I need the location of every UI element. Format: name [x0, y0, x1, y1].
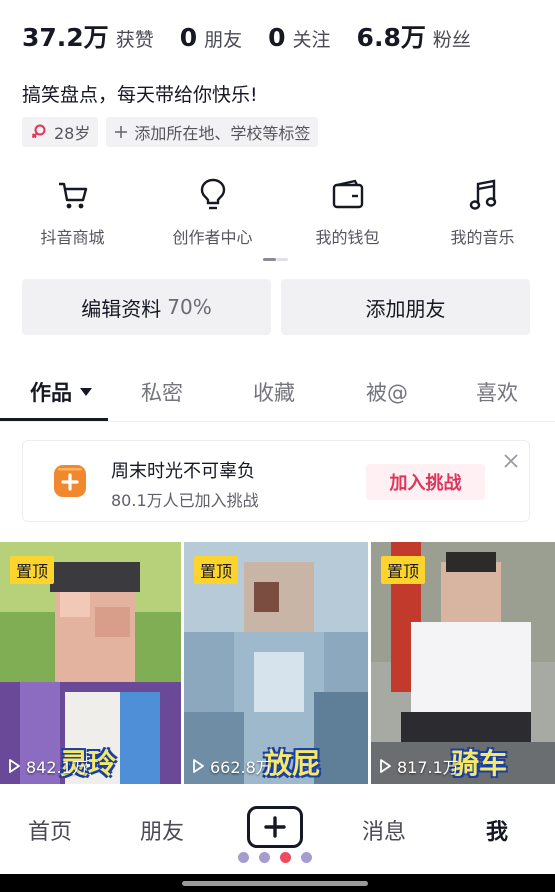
add-friend-button[interactable]: 添加朋友	[281, 279, 530, 335]
close-icon[interactable]	[501, 451, 521, 471]
nav-messages[interactable]: 消息	[362, 814, 406, 846]
view-count-value: 662.8万	[210, 758, 272, 777]
service-mall[interactable]: 抖音商城	[0, 175, 145, 248]
tab-likes[interactable]: 喜欢	[476, 362, 518, 422]
caret-down-icon	[80, 388, 92, 396]
stat-friends-value: 0	[179, 23, 198, 52]
challenge-title: 周末时光不可辜负	[111, 461, 255, 482]
indicator-dots	[238, 852, 322, 863]
wallet-icon	[331, 175, 365, 215]
video-grid: 置顶 灵玲 842.1万 置顶 放屁 662.8万 置顶 骑车 817.1万	[0, 542, 555, 784]
plus-small-icon	[114, 125, 128, 139]
bottom-navigation: 首页 朋友 消息 我	[0, 784, 555, 874]
view-count-value: 842.1万	[26, 758, 88, 777]
video-thumbnail[interactable]: 置顶 骑车 817.1万	[371, 542, 555, 784]
edit-profile-button[interactable]: 编辑资料 70%	[22, 279, 271, 335]
active-tab-indicator	[0, 418, 108, 421]
pinned-badge: 置顶	[10, 556, 55, 584]
tab-works-label: 作品	[30, 381, 72, 405]
stat-friends-label: 朋友	[204, 29, 243, 51]
video-caption: 放屁	[264, 747, 321, 780]
video-thumbnail[interactable]: 置顶 放屁 662.8万	[184, 542, 368, 784]
stat-likes[interactable]: 37.2万 获赞	[22, 18, 154, 54]
tab-works[interactable]: 作品	[30, 362, 92, 422]
challenge-subtitle: 80.1万人已加入挑战	[111, 491, 259, 510]
video-caption: 骑车	[451, 747, 508, 780]
stat-followers[interactable]: 6.8万 粉丝	[357, 18, 471, 54]
pinned-badge: 置顶	[194, 556, 239, 584]
service-music-label: 我的音乐	[450, 228, 515, 247]
add-tags-label: 添加所在地、学校等标签	[134, 124, 311, 143]
age-tag[interactable]: 28岁	[22, 117, 99, 147]
tab-mentions[interactable]: 被@	[366, 362, 408, 422]
view-count: 842.1万	[6, 754, 88, 778]
stat-followers-value: 6.8万	[356, 23, 426, 52]
services-page-indicator	[263, 258, 288, 261]
profile-stats: 37.2万 获赞 0 朋友 0 关注 6.8万 粉丝	[22, 18, 497, 54]
profile-bio[interactable]: 搞笑盘点，每天带给你快乐!	[22, 80, 258, 107]
home-indicator[interactable]	[182, 881, 368, 886]
age-tag-label: 28岁	[54, 124, 91, 143]
plus-icon	[264, 816, 286, 838]
view-count-value: 817.1万	[397, 758, 459, 777]
music-note-icon	[468, 175, 498, 215]
service-music[interactable]: 我的音乐	[415, 175, 550, 248]
challenge-card[interactable]: 周末时光不可辜负 80.1万人已加入挑战 加入挑战	[22, 440, 530, 522]
lightbulb-icon	[198, 175, 228, 215]
service-wallet[interactable]: 我的钱包	[280, 175, 415, 248]
tab-favorites[interactable]: 收藏	[253, 362, 295, 422]
content-tabs: 作品 私密 收藏 被@ 喜欢	[0, 362, 555, 422]
service-shortcuts: 抖音商城 创作者中心 我的钱包 我的音乐	[0, 175, 555, 248]
nav-home[interactable]: 首页	[28, 814, 72, 846]
service-wallet-label: 我的钱包	[315, 228, 380, 247]
play-icon	[6, 758, 22, 774]
stat-following-value: 0	[268, 23, 286, 52]
profile-actions: 编辑资料 70% 添加朋友	[22, 279, 530, 335]
stat-likes-value: 37.2万	[22, 23, 109, 52]
profile-completion-percent: 70%	[167, 295, 212, 319]
pinned-badge: 置顶	[381, 556, 426, 584]
edit-profile-label: 编辑资料	[81, 296, 162, 321]
add-tags-button[interactable]: 添加所在地、学校等标签	[106, 117, 319, 147]
service-creator-center[interactable]: 创作者中心	[145, 175, 280, 248]
view-count: 662.8万	[190, 754, 272, 778]
play-icon	[377, 758, 393, 774]
stat-likes-label: 获赞	[115, 29, 154, 51]
video-thumbnail[interactable]: 置顶 灵玲 842.1万	[0, 542, 181, 784]
service-creator-center-label: 创作者中心	[172, 228, 253, 247]
female-icon	[30, 123, 48, 141]
stat-friends[interactable]: 0 朋友	[180, 23, 242, 52]
view-count: 817.1万	[377, 754, 459, 778]
profile-tags: 28岁 添加所在地、学校等标签	[22, 117, 326, 147]
stat-followers-label: 粉丝	[432, 29, 471, 51]
challenge-plus-icon	[53, 464, 87, 498]
tab-private[interactable]: 私密	[141, 362, 183, 422]
stat-following[interactable]: 0 关注	[268, 23, 330, 52]
play-icon	[190, 758, 206, 774]
create-button[interactable]	[247, 806, 303, 848]
stat-following-label: 关注	[292, 29, 331, 51]
join-challenge-button[interactable]: 加入挑战	[366, 464, 485, 500]
nav-friends[interactable]: 朋友	[140, 814, 184, 846]
cart-icon	[56, 175, 90, 215]
service-mall-label: 抖音商城	[40, 228, 105, 247]
nav-me[interactable]: 我	[486, 814, 508, 846]
add-friend-label: 添加朋友	[365, 296, 446, 321]
